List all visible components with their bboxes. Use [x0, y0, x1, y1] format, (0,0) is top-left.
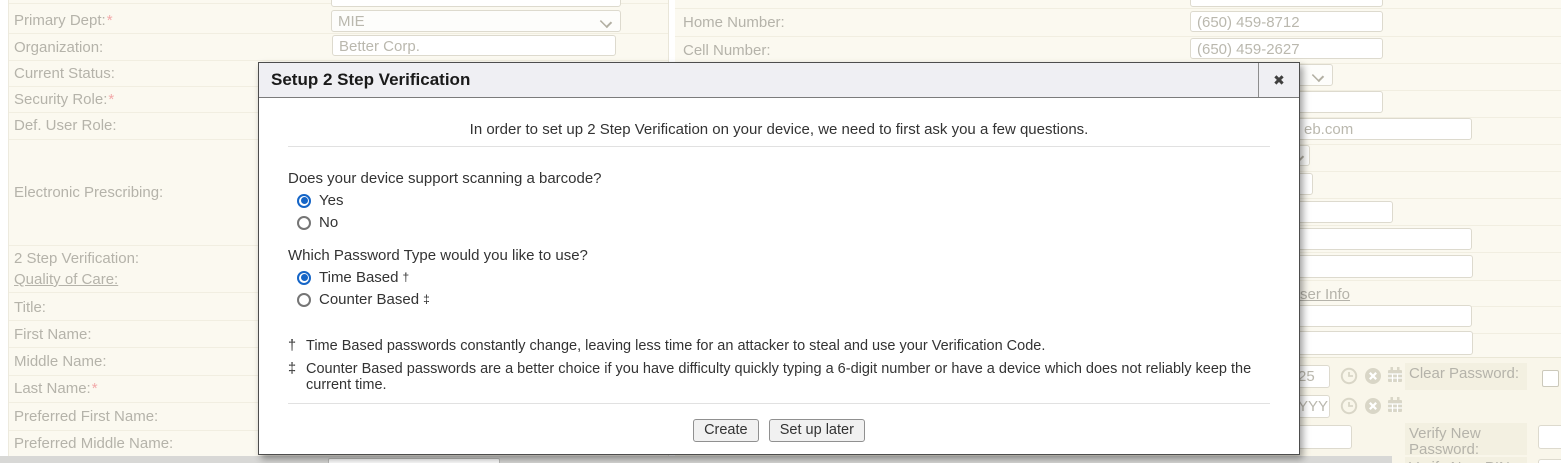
- create-button[interactable]: Create: [693, 419, 759, 442]
- quality-of-care-link[interactable]: Quality of Care:: [14, 271, 118, 288]
- dialog-buttons: Create Set up later: [288, 419, 1270, 442]
- calendar-icon[interactable]: [1386, 396, 1404, 414]
- footnote-text: Counter Based passwords are a better cho…: [306, 361, 1270, 393]
- double-dagger-symbol: ‡: [288, 361, 306, 393]
- row-divider: [9, 33, 668, 34]
- cropped-top-input[interactable]: [1190, 0, 1383, 7]
- radio-option-no[interactable]: No: [297, 214, 1270, 231]
- close-icon: ✖: [1273, 72, 1285, 89]
- footnote-counter-based: ‡ Counter Based passwords are a better c…: [288, 361, 1270, 393]
- label-middle-name: Middle Name:: [14, 353, 107, 370]
- label-title: Title:: [14, 299, 46, 316]
- radio-button-selected[interactable]: [297, 194, 311, 208]
- cell-number-input[interactable]: (650) 459-2627: [1190, 38, 1383, 59]
- required-asterisk: *: [107, 12, 113, 29]
- label-def-user-role: Def. User Role:: [14, 117, 117, 134]
- footnotes: † Time Based passwords constantly change…: [288, 338, 1270, 393]
- clear-password-checkbox[interactable]: [1542, 370, 1559, 387]
- label-preferred-middle-name: Preferred Middle Name:: [14, 435, 173, 452]
- bottom-cropped-row: [0, 456, 1392, 463]
- setup-2-step-verification-dialog: Setup 2 Step Verification ✖ In order to …: [258, 62, 1300, 455]
- dagger-symbol: †: [402, 270, 409, 284]
- question-password-type: Which Password Type would you like to us…: [288, 247, 1270, 264]
- double-dagger-symbol: ‡: [423, 292, 430, 306]
- label-primary-dept: Primary Dept:*: [14, 12, 113, 29]
- home-number-input[interactable]: (650) 459-8712: [1190, 11, 1383, 32]
- set-up-later-button[interactable]: Set up later: [769, 419, 865, 442]
- radio-button[interactable]: [297, 293, 311, 307]
- label-security-role: Security Role:*: [14, 91, 114, 108]
- label-home-number: Home Number:: [683, 14, 785, 31]
- dialog-body: In order to set up 2 Step Verification o…: [259, 121, 1299, 442]
- row-divider: [9, 60, 668, 61]
- footnote-time-based: † Time Based passwords constantly change…: [288, 338, 1270, 354]
- label-electronic-prescribing: Electronic Prescribing:: [14, 184, 163, 201]
- verify-new-pin-input[interactable]: [1538, 459, 1561, 463]
- required-asterisk: *: [108, 91, 114, 108]
- primary-dept-select[interactable]: MIE: [331, 10, 621, 32]
- divider: [288, 403, 1270, 404]
- radio-option-counter-based[interactable]: Counter Based ‡: [297, 291, 1270, 308]
- dialog-close-button[interactable]: ✖: [1258, 63, 1299, 97]
- clock-icon[interactable]: [1340, 367, 1358, 385]
- dialog-header: Setup 2 Step Verification ✖: [259, 63, 1299, 98]
- label-first-name: First Name:: [14, 326, 92, 343]
- label-organization: Organization:: [14, 39, 103, 56]
- calendar-icon[interactable]: [1386, 366, 1404, 384]
- clear-date-icon[interactable]: [1364, 397, 1382, 415]
- radio-label: Yes: [319, 192, 343, 209]
- dagger-symbol: †: [288, 338, 306, 354]
- row-divider: [675, 8, 1561, 9]
- radio-label: Time Based: [319, 269, 398, 286]
- label-preferred-first-name: Preferred First Name:: [14, 408, 158, 425]
- label-2-step-verification: 2 Step Verification:: [14, 250, 139, 267]
- radio-option-yes[interactable]: Yes: [297, 192, 1270, 209]
- label-current-status: Current Status:: [14, 65, 115, 82]
- radio-button-selected[interactable]: [297, 271, 311, 285]
- chevron-down-icon: [1312, 70, 1324, 82]
- label-last-name: Last Name:*: [14, 380, 98, 397]
- label-cell-number: Cell Number:: [683, 42, 771, 59]
- row-divider: [675, 36, 1561, 37]
- radio-label: No: [319, 214, 338, 231]
- radio-button[interactable]: [297, 216, 311, 230]
- label-clear-password: Clear Password:: [1405, 363, 1527, 390]
- required-asterisk: *: [92, 380, 98, 397]
- chevron-down-icon: [600, 16, 612, 28]
- label-verify-new-pin: Verify New PIN: [1405, 457, 1527, 463]
- footnote-text: Time Based passwords constantly change, …: [306, 338, 1045, 354]
- organization-input[interactable]: Better Corp.: [332, 35, 616, 56]
- radio-label: Counter Based: [319, 291, 419, 308]
- dialog-title: Setup 2 Step Verification: [259, 63, 1258, 97]
- cropped-top-input[interactable]: [331, 0, 621, 7]
- question-barcode: Does your device support scanning a barc…: [288, 170, 1270, 187]
- label-verify-new-password: Verify New Password:: [1405, 423, 1527, 455]
- clock-icon[interactable]: [1340, 397, 1358, 415]
- radio-option-time-based[interactable]: Time Based †: [297, 269, 1270, 286]
- dialog-intro-text: In order to set up 2 Step Verification o…: [288, 121, 1270, 147]
- occluded-input[interactable]: [328, 458, 500, 463]
- user-info-link[interactable]: ser Info: [1300, 286, 1350, 303]
- user-settings-page: Primary Dept:* Organization: Current Sta…: [0, 0, 1561, 463]
- verify-new-password-input[interactable]: [1538, 425, 1561, 449]
- clear-date-icon[interactable]: [1364, 367, 1382, 385]
